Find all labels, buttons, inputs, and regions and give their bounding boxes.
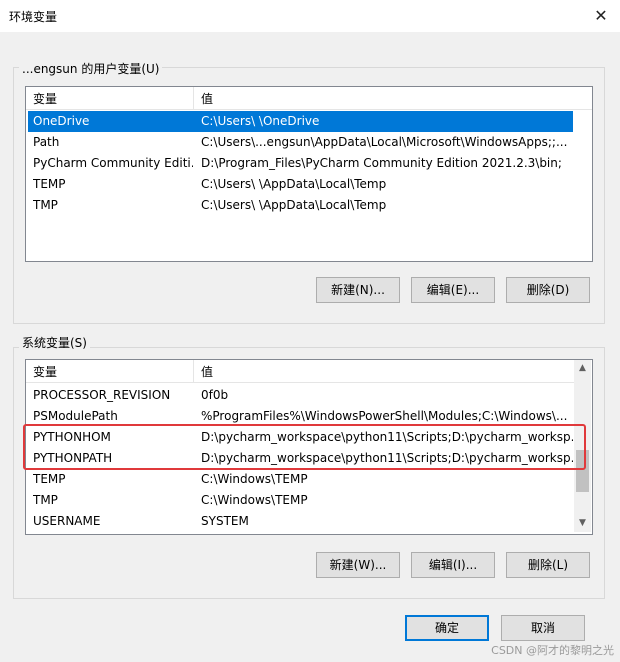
user-var-value: D:\Program_Files\PyCharm Community Editi… <box>201 156 562 170</box>
user-edit-button[interactable]: 编辑(E)... <box>411 277 495 303</box>
system-var-value: SYSTEM <box>201 514 249 528</box>
user-delete-button[interactable]: 删除(D) <box>506 277 590 303</box>
user-var-name: Path <box>33 135 60 149</box>
system-var-row[interactable]: TMP C:\Windows\TEMP <box>28 490 573 511</box>
scroll-up-icon[interactable]: ▲ <box>574 360 591 377</box>
user-var-value: C:\Users\ \AppData\Local\Temp <box>201 177 387 191</box>
window-title: 环境变量 <box>9 10 58 24</box>
system-vars-header: 变量 值 <box>26 360 575 383</box>
system-var-name: PROCESSOR_REVISION <box>33 388 171 402</box>
system-delete-button[interactable]: 删除(L) <box>506 552 590 578</box>
system-var-name: USERNAME <box>33 514 101 528</box>
user-var-value: C:\Users\ \OneDrive <box>201 114 320 128</box>
watermark: CSDN @阿才的黎明之光 <box>491 644 614 657</box>
system-new-button[interactable]: 新建(W)... <box>316 552 400 578</box>
system-var-row[interactable]: USERNAME SYSTEM <box>28 511 573 532</box>
user-var-row[interactable]: TMP C:\Users\ \AppData\Local\Temp <box>28 195 573 216</box>
column-header-value[interactable]: 值 <box>201 90 213 107</box>
column-header-variable[interactable]: 变量 <box>33 90 57 107</box>
system-var-row[interactable]: TEMP C:\Windows\TEMP <box>28 469 573 490</box>
system-edit-button[interactable]: 编辑(I)... <box>411 552 495 578</box>
user-var-row[interactable]: OneDrive C:\Users\ \OneDrive <box>28 111 573 132</box>
user-var-row[interactable]: TEMP C:\Users\ \AppData\Local\Temp <box>28 174 573 195</box>
system-var-value: C:\Windows\TEMP <box>201 493 308 507</box>
cancel-button[interactable]: 取消 <box>501 615 585 641</box>
system-var-row[interactable]: PROCESSOR_REVISION 0f0b <box>28 385 573 406</box>
user-var-name: TMP <box>33 198 58 212</box>
close-icon[interactable]: ✕ <box>588 4 614 28</box>
user-vars-label: ...engsun 的用户变量(U) <box>19 60 163 77</box>
scroll-down-icon[interactable]: ▼ <box>574 515 591 532</box>
user-var-name: TEMP <box>33 177 66 191</box>
user-vars-list[interactable]: 变量 值 OneDrive C:\Users\ \OneDrive Path C… <box>25 86 593 262</box>
system-var-value: 0f0b <box>201 388 229 402</box>
user-var-name: PyCharm Community Editi... <box>33 156 193 170</box>
user-var-value: C:\Users\ \AppData\Local\Temp <box>201 198 387 212</box>
system-var-name: PSModulePath <box>33 409 118 423</box>
column-header-variable[interactable]: 变量 <box>33 363 57 380</box>
column-header-value[interactable]: 值 <box>201 363 213 380</box>
user-vars-header: 变量 值 <box>26 87 592 110</box>
user-var-value: C:\Users\...engsun\AppData\Local\Microso… <box>201 135 568 149</box>
system-var-name: TEMP <box>33 472 66 486</box>
title-bar: 环境变量 ✕ <box>0 0 620 32</box>
annotation-highlight-box <box>23 424 586 470</box>
user-var-row[interactable]: PyCharm Community Editi... D:\Program_Fi… <box>28 153 573 174</box>
system-var-value: C:\Windows\TEMP <box>201 472 308 486</box>
system-vars-label: 系统变量(S) <box>19 334 90 351</box>
system-var-value: %ProgramFiles%\WindowsPowerShell\Modules… <box>201 409 568 423</box>
ok-button[interactable]: 确定 <box>405 615 489 641</box>
user-var-name: OneDrive <box>33 114 90 128</box>
user-new-button[interactable]: 新建(N)... <box>316 277 400 303</box>
user-var-row[interactable]: Path C:\Users\...engsun\AppData\Local\Mi… <box>28 132 573 153</box>
system-var-name: TMP <box>33 493 58 507</box>
